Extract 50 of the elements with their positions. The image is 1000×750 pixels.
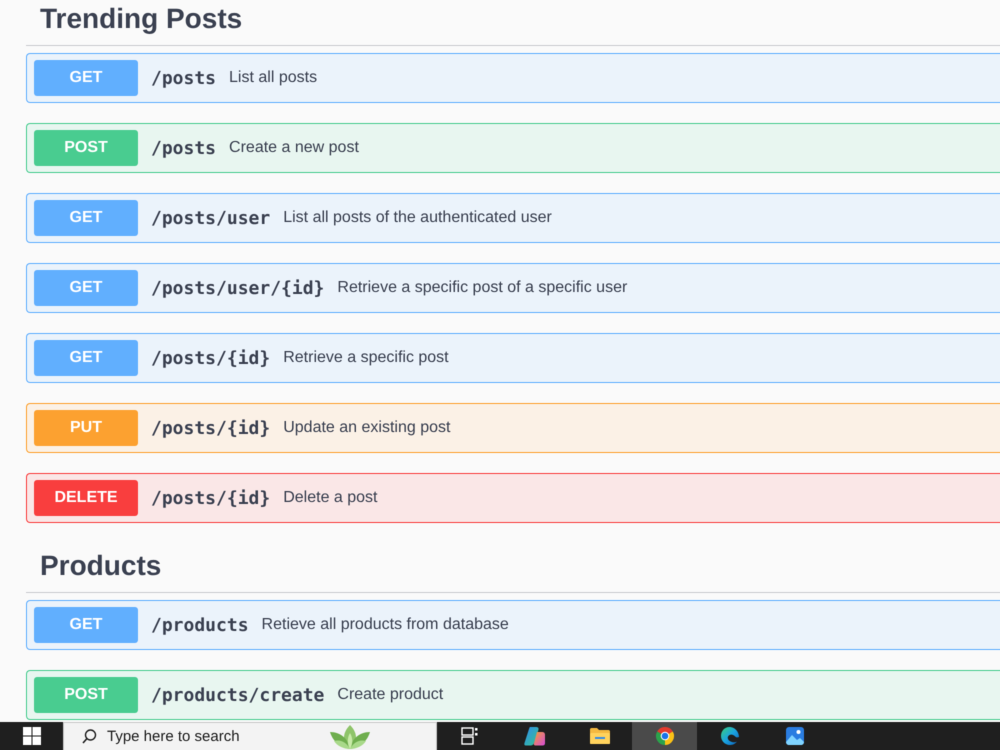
endpoint-path: /posts/{id} (151, 488, 270, 508)
operation-row[interactable]: PUT /posts/{id} Update an existing post (26, 403, 1000, 453)
search-icon (82, 729, 97, 744)
method-badge: PUT (34, 410, 138, 446)
endpoint-summary: List all posts of the authenticated user (283, 209, 552, 227)
method-badge: DELETE (34, 480, 138, 516)
endpoint-path: /products/create (151, 684, 324, 706)
method-badge: GET (34, 60, 138, 96)
operation-row[interactable]: GET /posts/{id} Retrieve a specific post (26, 333, 1000, 383)
task-view-icon (460, 727, 478, 745)
browser-taskbar-button[interactable] (632, 722, 697, 750)
method-badge: GET (34, 200, 138, 236)
method-badge: GET (34, 607, 138, 643)
operation-row[interactable]: GET /products Retieve all products from database (26, 600, 1000, 650)
section-title[interactable]: Products (40, 549, 1000, 583)
endpoint-path: /posts (151, 138, 216, 158)
endpoint-summary: Retrieve a specific post (283, 349, 449, 367)
endpoint-path: /products (151, 614, 249, 636)
endpoint-summary: Retieve all products from database (262, 616, 509, 634)
method-badge: POST (34, 130, 138, 166)
endpoint-path: /posts/user/{id} (151, 278, 324, 298)
wave-icon (720, 726, 740, 746)
operation-row[interactable]: POST /posts Create a new post (26, 123, 1000, 173)
plant-icon (327, 724, 373, 750)
ribbon-icon (524, 726, 546, 746)
endpoint-summary: Delete a post (283, 489, 378, 507)
endpoint-path: /posts (151, 68, 216, 88)
operation-row[interactable]: DELETE /posts/{id} Delete a post (26, 473, 1000, 523)
endpoint-path: /posts/{id} (151, 348, 270, 368)
operation-row[interactable]: GET /posts/user List all posts of the authenticated user (26, 193, 1000, 243)
method-badge: POST (34, 677, 138, 713)
endpoint-summary: Update an existing post (283, 419, 450, 437)
folder-icon (588, 727, 610, 745)
browser-icon (654, 726, 674, 746)
endpoint-summary: List all posts (229, 69, 318, 87)
operation-row[interactable]: POST /products/create Create product (26, 670, 1000, 720)
search-bar[interactable]: Type here to search (63, 722, 437, 750)
section-title[interactable]: Trending Posts (40, 2, 1000, 36)
endpoint-summary: Create a new post (229, 139, 359, 157)
endpoint-summary: Retrieve a specific post of a specific user (337, 279, 628, 297)
operation-row[interactable]: GET /posts/user/{id} Retrieve a specific post of a specific user (26, 263, 1000, 313)
endpoint-summary: Create product (337, 686, 444, 704)
method-badge: GET (34, 270, 138, 306)
operation-row[interactable]: GET /posts List all posts (26, 53, 1000, 103)
photo-icon (784, 726, 804, 746)
endpoint-path: /posts/user (151, 208, 270, 228)
window-grid-icon (22, 727, 40, 745)
search-field[interactable]: Type here to search (107, 728, 317, 745)
endpoint-path: /posts/{id} (151, 418, 270, 438)
method-badge: GET (34, 340, 138, 376)
